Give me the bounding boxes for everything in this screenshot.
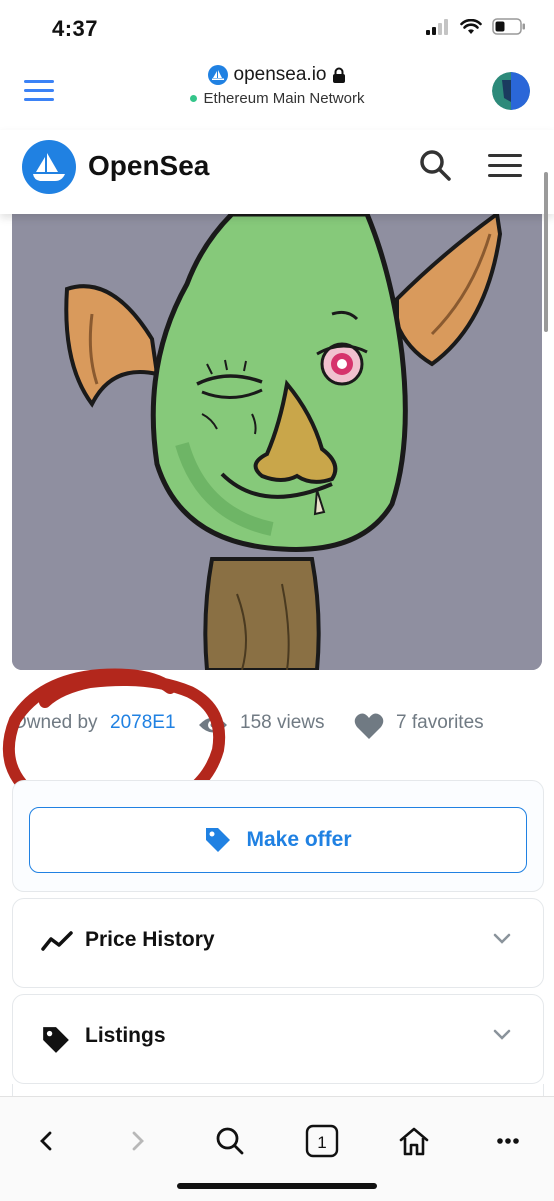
signal-icon [426, 18, 448, 35]
battery-icon [492, 18, 525, 35]
network-label: Ethereum Main Network [203, 90, 365, 107]
status-icons [426, 18, 526, 35]
favorites-count: 7 favorites [396, 712, 484, 733]
forward-icon [132, 1131, 144, 1151]
home-icon [399, 1127, 429, 1156]
more-icon [497, 1138, 519, 1144]
browser-url-bar: opensea.io Ethereum Main Network [0, 58, 554, 130]
listings-title: Listings [85, 1024, 166, 1047]
price-history-title: Price History [85, 928, 215, 951]
tabs-icon: 1 [305, 1124, 339, 1158]
owner-link[interactable]: 2078E1 [110, 712, 176, 734]
tag-icon [206, 828, 231, 852]
back-icon [40, 1131, 52, 1151]
home-indicator[interactable] [177, 1183, 377, 1189]
next-section-edge [12, 1084, 544, 1096]
make-offer-button[interactable]: Make offer [29, 807, 527, 873]
tabs-button[interactable]: 1 [302, 1121, 342, 1161]
home-button[interactable] [394, 1121, 434, 1161]
tab-count: 1 [317, 1133, 326, 1152]
more-button[interactable] [488, 1121, 528, 1161]
trend-icon [41, 931, 73, 951]
address-field[interactable]: opensea.io Ethereum Main Network [0, 64, 554, 107]
search-button[interactable] [210, 1121, 250, 1161]
views-count: 158 views [240, 712, 325, 733]
search-icon [216, 1127, 244, 1155]
brand-name[interactable]: OpenSea [88, 150, 209, 182]
offer-card: Make offer [12, 780, 544, 892]
price-history-section[interactable]: Price History [12, 898, 544, 988]
scrollbar[interactable] [544, 172, 548, 332]
forward-button[interactable] [118, 1121, 158, 1161]
status-bar: 4:37 [0, 0, 554, 58]
listings-section[interactable]: Listings [12, 994, 544, 1084]
owner-prefix: Owned by [12, 712, 98, 733]
search-icon[interactable] [418, 148, 452, 182]
menu-icon[interactable] [488, 154, 522, 178]
eye-icon [199, 717, 227, 733]
heart-icon[interactable] [354, 712, 384, 740]
asset-stats-row: Owned by 2078E1 158 views 7 favorites [12, 712, 542, 740]
chevron-down-icon [493, 1029, 511, 1040]
wallet-avatar[interactable] [492, 72, 530, 110]
make-offer-label: Make offer [246, 828, 352, 851]
tag-icon [43, 1027, 69, 1053]
chevron-down-icon [493, 933, 511, 944]
nft-image[interactable] [12, 214, 542, 670]
url-domain: opensea.io [233, 64, 327, 85]
network-status-dot [189, 95, 197, 102]
status-time: 4:37 [52, 16, 99, 41]
lock-icon [333, 67, 346, 83]
site-favicon-icon [207, 65, 228, 85]
opensea-header: OpenSea [0, 130, 554, 214]
wifi-icon [460, 18, 482, 34]
back-button[interactable] [26, 1121, 66, 1161]
opensea-logo[interactable] [22, 140, 76, 194]
